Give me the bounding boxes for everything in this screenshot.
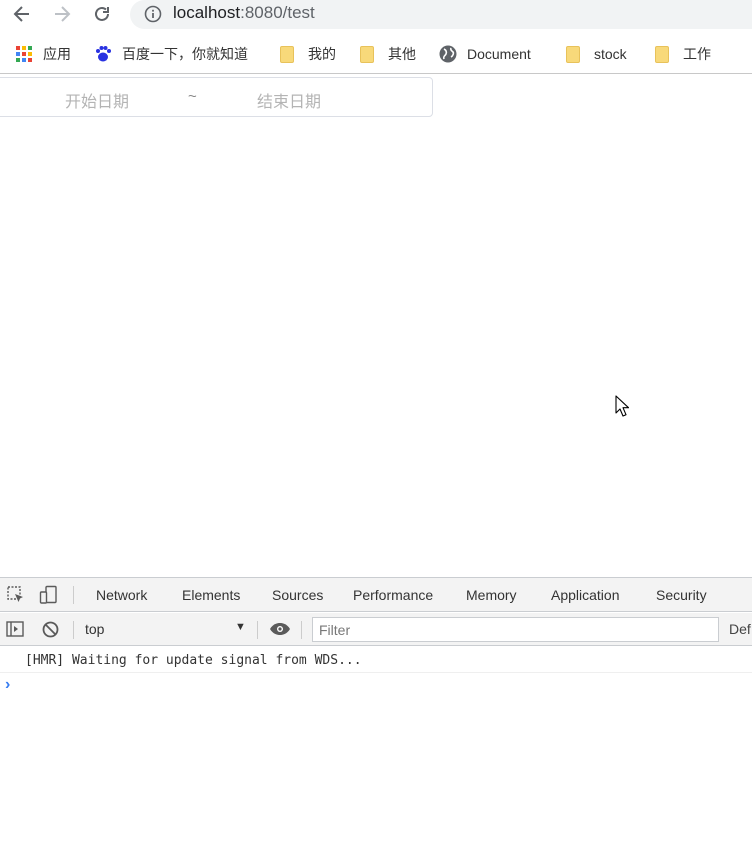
bookmark-document[interactable]: Document bbox=[439, 43, 531, 65]
bookmark-apps[interactable]: 应用 bbox=[15, 43, 71, 65]
address-bar[interactable]: localhost:8080/test bbox=[130, 0, 752, 29]
live-expression-eye-icon[interactable] bbox=[269, 622, 291, 636]
dropdown-arrow-icon[interactable]: ▼ bbox=[235, 621, 246, 633]
globe-icon bbox=[439, 45, 457, 63]
bookmarks-bar: 应用 百度一下，你就知道 我的 其他 Document stock 工作 bbox=[0, 36, 752, 74]
tab-sources[interactable]: Sources bbox=[272, 587, 323, 603]
browser-toolbar: localhost:8080/test bbox=[0, 0, 752, 30]
toolbar-divider bbox=[301, 621, 302, 639]
tab-performance[interactable]: Performance bbox=[353, 587, 433, 603]
inspect-element-icon[interactable] bbox=[7, 586, 25, 604]
apps-grid-icon bbox=[16, 46, 32, 62]
url-text[interactable]: localhost:8080/test bbox=[173, 3, 315, 23]
url-path: :8080/test bbox=[240, 3, 315, 22]
end-date-input[interactable]: 结束日期 bbox=[257, 88, 321, 112]
bookmark-label: 工作 bbox=[683, 46, 711, 62]
folder-icon bbox=[280, 45, 294, 63]
folder-icon bbox=[360, 45, 374, 63]
bookmark-folder-stock[interactable]: stock bbox=[566, 43, 627, 65]
console-message: [HMR] Waiting for update signal from WDS… bbox=[25, 653, 362, 668]
context-selector[interactable]: top bbox=[85, 621, 104, 637]
bookmark-label: 应用 bbox=[43, 46, 71, 62]
tab-application[interactable]: Application bbox=[551, 587, 620, 603]
device-toolbar-icon[interactable] bbox=[39, 585, 59, 605]
tab-memory[interactable]: Memory bbox=[466, 587, 517, 603]
info-icon[interactable] bbox=[144, 5, 162, 23]
forward-arrow-icon bbox=[55, 6, 71, 22]
toolbar-divider bbox=[257, 621, 258, 639]
back-button[interactable] bbox=[9, 2, 35, 26]
bookmark-folder-mine[interactable]: 我的 bbox=[280, 43, 336, 65]
bookmark-folder-other[interactable]: 其他 bbox=[360, 43, 416, 65]
bookmark-folder-work[interactable]: 工作 bbox=[655, 43, 711, 65]
mouse-cursor-icon bbox=[615, 395, 629, 417]
console-divider bbox=[0, 672, 752, 673]
show-sidebar-icon[interactable] bbox=[6, 621, 24, 637]
bookmark-label: 其他 bbox=[388, 46, 416, 62]
date-range-picker[interactable]: 开始日期 ~ 结束日期 bbox=[0, 77, 433, 117]
reload-icon bbox=[95, 6, 109, 21]
tab-security[interactable]: Security bbox=[656, 587, 707, 603]
bookmark-label: 百度一下，你就知道 bbox=[122, 46, 248, 62]
tab-elements[interactable]: Elements bbox=[182, 587, 240, 603]
log-levels-dropdown[interactable]: Def bbox=[729, 621, 751, 637]
bookmark-label: stock bbox=[594, 46, 627, 62]
toolbar-divider bbox=[73, 621, 74, 639]
reload-button[interactable] bbox=[89, 2, 115, 26]
folder-icon bbox=[655, 45, 669, 63]
devtools-tab-bar: Network Elements Sources Performance Mem… bbox=[0, 578, 752, 612]
devtools-panel: Network Elements Sources Performance Mem… bbox=[0, 577, 752, 867]
start-date-input[interactable]: 开始日期 bbox=[65, 88, 129, 112]
back-arrow-icon bbox=[13, 6, 29, 22]
forward-button[interactable] bbox=[49, 2, 75, 26]
range-separator: ~ bbox=[188, 88, 197, 105]
bookmark-label: Document bbox=[467, 46, 531, 62]
url-host: localhost bbox=[173, 3, 241, 22]
baidu-paw-icon bbox=[96, 46, 111, 62]
folder-icon bbox=[566, 45, 580, 63]
clear-console-icon[interactable] bbox=[42, 621, 59, 638]
tab-network[interactable]: Network bbox=[96, 587, 147, 603]
bookmark-label: 我的 bbox=[308, 46, 336, 62]
console-toolbar: top ▼ Def bbox=[0, 613, 752, 646]
console-filter-input[interactable] bbox=[312, 617, 719, 642]
console-prompt-icon[interactable]: › bbox=[5, 676, 10, 694]
bookmark-baidu[interactable]: 百度一下，你就知道 bbox=[94, 43, 248, 65]
toolbar-divider bbox=[73, 586, 74, 604]
